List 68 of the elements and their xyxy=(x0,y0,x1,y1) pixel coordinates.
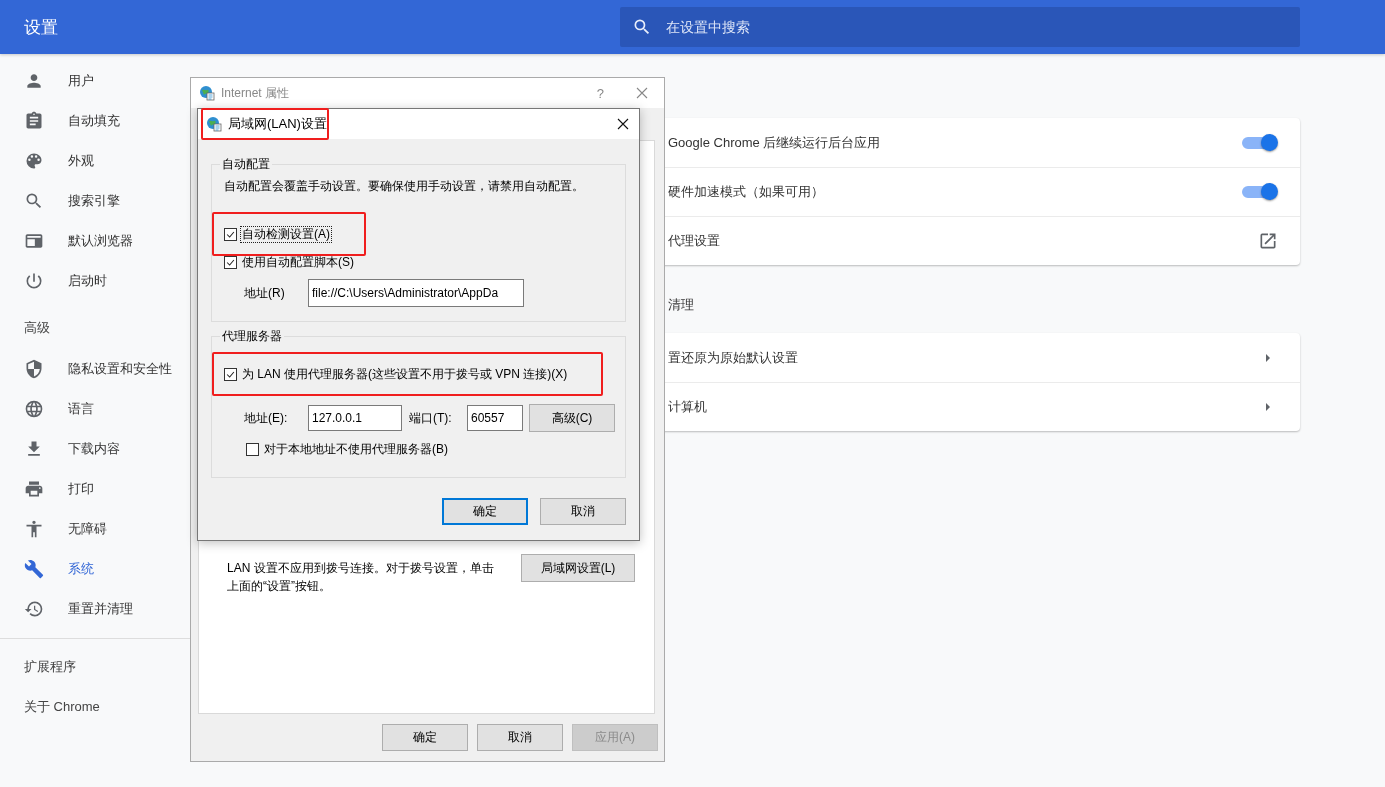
advanced-button[interactable]: 高级(C) xyxy=(529,404,615,432)
checkbox[interactable] xyxy=(224,367,237,381)
window-title: Internet 属性 xyxy=(221,84,291,102)
field-label: 地址(R) xyxy=(244,284,286,302)
group-title: 代理服务器 xyxy=(221,328,283,344)
help-button[interactable]: ? xyxy=(596,85,604,101)
clipboard-icon xyxy=(24,111,44,131)
checkbox-label[interactable]: 自动检测设置(A) xyxy=(240,225,332,243)
checkbox[interactable] xyxy=(224,227,237,241)
sidebar-item[interactable]: 默认浏览器 xyxy=(0,221,190,261)
sidebar-link[interactable]: 关于 Chrome xyxy=(24,698,100,716)
close-icon[interactable] xyxy=(617,118,629,130)
sidebar-item[interactable]: 下载内容 xyxy=(0,429,190,469)
sidebar-item[interactable]: 隐私设置和安全性 xyxy=(0,349,190,389)
field-label: 端口(T): xyxy=(409,409,453,427)
sidebar-item[interactable]: 启动时 xyxy=(0,261,190,301)
setting-label: 代理设置 xyxy=(668,232,721,250)
sidebar-item[interactable]: 系统 xyxy=(0,549,190,589)
sidebar-item[interactable]: 搜索引擎 xyxy=(0,181,190,221)
dialog-button[interactable]: 确定 xyxy=(382,724,468,751)
sidebar-item[interactable]: 外观 xyxy=(0,141,190,181)
group-title: 自动配置 xyxy=(221,156,271,172)
globe-document-icon xyxy=(206,116,222,132)
dialog-button[interactable]: 取消 xyxy=(540,498,626,525)
palette-icon xyxy=(24,151,44,171)
checkbox-label[interactable]: 对于本地地址不使用代理服务器(B) xyxy=(262,440,450,458)
shield-icon xyxy=(24,359,44,379)
history-icon xyxy=(24,599,44,619)
printer-icon xyxy=(24,479,44,499)
globe-document-icon xyxy=(199,85,215,101)
field-label: 地址(E): xyxy=(244,409,289,427)
search-icon xyxy=(24,191,44,211)
lan-note: LAN 设置不应用到拨号连接。对于拨号设置，单击上面的“设置”按钮。 xyxy=(227,560,495,595)
address-field[interactable]: file://C:\Users\Administrator\AppDa xyxy=(308,279,524,307)
checkbox[interactable] xyxy=(246,442,259,456)
search-icon xyxy=(632,17,652,37)
dialog-button[interactable]: 取消 xyxy=(477,724,563,751)
setting-label: Google Chrome 后继续运行后台应用 xyxy=(668,133,882,152)
dialog-button[interactable]: 确定 xyxy=(442,498,528,525)
sidebar-item[interactable]: 语言 xyxy=(0,389,190,429)
arrow-icon[interactable] xyxy=(1264,402,1272,412)
sidebar-item[interactable]: 打印 xyxy=(0,469,190,509)
section-heading: 清理 xyxy=(668,297,694,312)
globe-icon xyxy=(24,399,44,419)
checkbox-label[interactable]: 为 LAN 使用代理服务器(这些设置不用于拨号或 VPN 连接)(X) xyxy=(240,365,570,383)
search-field[interactable]: 在设置中搜索 xyxy=(620,7,1300,47)
address-field[interactable]: 127.0.0.1 xyxy=(308,405,402,431)
sidebar-item[interactable]: 自动填充 xyxy=(0,101,190,141)
checkbox-label[interactable]: 使用自动配置脚本(S) xyxy=(240,253,356,271)
setting-label: 计算机 xyxy=(668,398,708,416)
arrow-icon[interactable] xyxy=(1264,352,1272,363)
setting-label: 置还原为原始默认设置 xyxy=(668,348,799,367)
browser-window-icon xyxy=(24,231,44,251)
port-field[interactable]: 60557 xyxy=(467,405,523,431)
power-icon xyxy=(24,271,44,291)
lan-settings-button[interactable]: 局域网设置(L) xyxy=(521,554,635,582)
setting-label: 硬件加速模式（如果可用） xyxy=(668,183,825,201)
wrench-icon xyxy=(24,559,44,579)
sidebar-item[interactable]: 用户 xyxy=(0,61,190,101)
section-heading: 高级 xyxy=(24,319,50,337)
description-text: 自动配置会覆盖手动设置。要确保使用手动设置，请禁用自动配置。 xyxy=(224,178,585,195)
external-link-icon[interactable] xyxy=(1258,231,1278,251)
window-title: 局域网(LAN)设置 xyxy=(228,115,327,133)
sidebar-item[interactable]: 无障碍 xyxy=(0,509,190,549)
sidebar-link[interactable]: 扩展程序 xyxy=(24,658,76,676)
page-title: 设置 xyxy=(24,16,59,39)
accessibility-icon xyxy=(24,519,44,539)
sidebar-item[interactable]: 重置并清理 xyxy=(0,589,190,629)
